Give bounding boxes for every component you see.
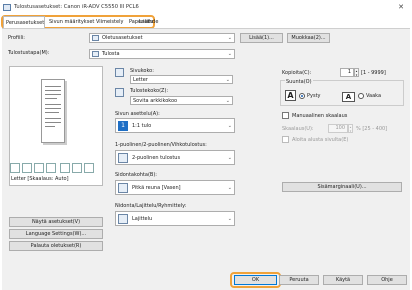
binding-option-icon [118,183,128,193]
orientation-label: Suunta(O) [285,79,313,85]
ok-button[interactable]: OK [234,275,277,285]
original-size-icon [115,68,124,77]
output-size-value: Sovita arkkikokoo [133,98,178,104]
gutter-button[interactable]: Sisämarginaali(U)... [282,182,402,192]
original-size-combo[interactable]: Letter ⌄ [130,75,233,84]
profile-value: Oletusasetukset [102,35,143,41]
help-button[interactable]: Ohje [367,275,407,285]
duplex-combo[interactable]: 2-puolinen tulostus ⌄ [115,150,235,165]
chevron-down-icon: ⌄ [227,155,232,161]
copies-spinner[interactable]: ▴ ▾ [354,68,359,77]
output-size-label: Tulostekoko(Z): [130,88,169,94]
profile-icon [92,35,99,41]
duplex-value: 2-puolinen tulostus [132,155,181,161]
tab-page-setup[interactable]: Sivun määritykset [47,16,94,28]
page-layout-value: 1:1 tulo [132,123,152,129]
profile-add-button[interactable]: Lisää(1)... [240,33,283,43]
manual-scaling-checkbox[interactable] [282,112,289,119]
title-bar: Tulostusasetukset: Canon iR-ADV C5550 II… [0,0,412,16]
landscape-icon: A [342,92,355,102]
printer-icon [3,4,11,11]
scaling-input[interactable]: 100 [328,124,348,133]
profile-edit-button[interactable]: Muokkaa(2)... [287,33,330,43]
portrait-radio[interactable] [299,93,305,99]
copies-input[interactable]: 1 [340,68,354,77]
paper-icon [84,163,94,173]
chevron-down-icon: ⌄ [227,216,232,222]
profile-label: Profiili: [8,35,25,41]
watermark-checkbox[interactable] [282,136,289,143]
preview-caption: Letter [Skaalaus: Auto] [11,176,69,182]
finishing-label: Nidonta/Lajittelu/Ryhmittely: [115,203,187,209]
landscape-radio[interactable] [358,93,364,99]
view-settings-button[interactable]: Näytä asetukset(V) [9,217,103,227]
chevron-down-icon: ⌄ [225,77,230,83]
scaling-sub-label: Skaalaus(U): [282,126,314,132]
tab-finishing[interactable]: Viimeistely [94,16,126,28]
output-size-icon [115,88,124,97]
portrait-icon: A [285,90,296,101]
close-icon[interactable]: ✕ [394,2,408,13]
preview-page [41,79,65,143]
print-icon [92,51,99,57]
page-layout-icon: 1 [118,121,128,131]
chevron-down-icon: ⌄ [227,35,232,41]
preview-icons [10,160,102,174]
page-layout-combo[interactable]: 1 1:1 tulo ⌄ [115,118,235,133]
output-method-label: Tulostustapa(M): [8,50,50,56]
restore-defaults-button[interactable]: Palauta oletukset(R) [9,241,103,251]
original-size-value: Letter [133,77,148,83]
landscape-label: Vaaka [366,93,382,99]
original-size-label: Sivukoko: [130,68,154,74]
apply-button[interactable]: Käytä [323,275,363,285]
chevron-down-icon: ⌄ [227,185,232,191]
binding-value: Pitkä reuna [Vasen] [132,185,181,191]
profile-combo[interactable]: Oletusasetukset ⌄ [89,33,235,43]
cancel-button[interactable]: Peruuta [279,275,319,285]
duplex-icon [34,163,44,173]
output-method-value: Tulosta [102,51,120,57]
window-title: Tulostusasetukset: Canon iR-ADV C5550 II… [14,4,139,10]
duplex-label: 1-puolinen/2-puolinen/Vihkotulostus: [115,142,207,148]
watermark-label: Aloita alusta sivulta(E) [292,137,349,143]
document-icon [10,163,20,173]
chevron-down-icon: ⌄ [227,123,232,129]
duplex-option-icon [118,153,128,163]
layout-icon [22,163,32,173]
portrait-label: Pysty [307,93,321,99]
tab-basic[interactable]: Perusasetukset [3,16,45,28]
chevron-down-icon: ⌄ [225,98,230,104]
page-layout-label: Sivun asettelu(A): [115,111,160,117]
copies-label: Kopioita(C): [282,70,312,76]
output-size-combo[interactable]: Sovita arkkikokoo ⌄ [130,96,233,105]
chevron-down-icon: ⌄ [227,51,232,57]
scaling-spinner[interactable]: ▴ ▾ [348,124,353,133]
collate-option-icon [118,214,128,224]
collate-icon [60,163,70,173]
manual-scaling-label: Manuaalinen skaalaus [292,113,348,119]
finishing-combo[interactable]: Lajittelu ⌄ [115,211,235,226]
scaling-range: % [25 - 400] [356,126,388,132]
staple-icon [46,163,56,173]
binding-combo[interactable]: Pitkä reuna [Vasen] ⌄ [115,180,235,195]
finishing-value: Lajittelu [132,216,153,222]
copies-range: [1 - 9999] [361,70,386,76]
binding-label: Sidontakohta(B): [115,172,157,178]
color-icon [72,163,82,173]
output-method-combo[interactable]: Tulosta ⌄ [89,49,235,59]
language-settings-button[interactable]: Language Settings(W)... [9,229,103,239]
tab-quality[interactable]: Laatu [137,16,155,28]
